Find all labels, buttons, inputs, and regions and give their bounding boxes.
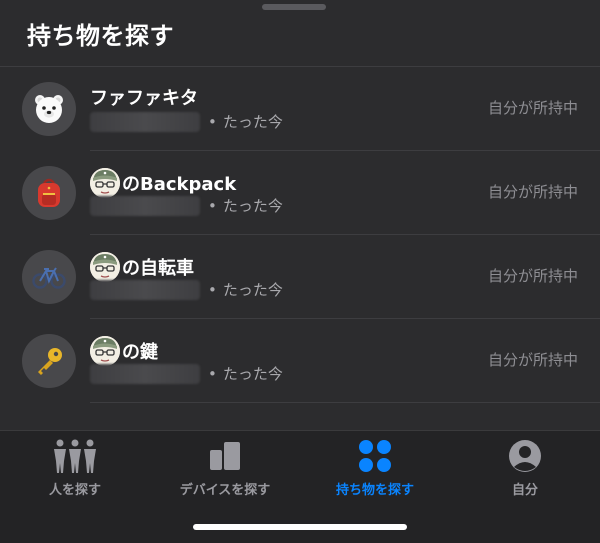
people-icon	[52, 439, 98, 473]
tab-me[interactable]: 自分	[450, 439, 600, 499]
memoji-avatar-icon	[90, 168, 120, 198]
blurred-location	[90, 111, 200, 132]
item-name-text: ファファキタ	[90, 88, 198, 109]
item-time: たった今	[222, 281, 283, 299]
item-status: 自分が所持中	[487, 99, 578, 117]
memoji-avatar-icon	[90, 252, 120, 282]
item-name: の鍵	[90, 336, 158, 366]
item-status: 自分が所持中	[487, 351, 578, 369]
blurred-location	[90, 279, 200, 300]
item-list: ファファキタ • たった今 自分が所持中 のBackpack • たった今 自分…	[0, 67, 600, 403]
item-name-text: のBackpack	[122, 174, 237, 195]
blurred-location	[90, 195, 200, 216]
item-location-line: • たった今	[90, 111, 283, 132]
tab-label: デバイスを探す	[179, 483, 271, 498]
home-indicator[interactable]	[193, 524, 407, 530]
memoji-avatar-icon	[90, 336, 120, 366]
item-time: たった今	[222, 197, 283, 215]
separator-dot: •	[208, 196, 217, 215]
item-time: たった今	[222, 365, 283, 383]
header: 持ち物を探す	[0, 0, 600, 67]
items-grid-icon	[358, 439, 392, 473]
list-item[interactable]: のBackpack • たった今 自分が所持中	[0, 151, 600, 235]
item-name: ファファキタ	[90, 84, 198, 110]
item-name: のBackpack	[90, 168, 236, 198]
separator-dot: •	[208, 280, 217, 299]
item-avatar	[22, 166, 76, 220]
item-avatar	[22, 250, 76, 304]
devices-icon	[208, 439, 242, 473]
item-time: たった今	[222, 113, 283, 131]
item-location-line: • たった今	[90, 363, 283, 384]
tab-people[interactable]: 人を探す	[0, 439, 150, 499]
item-location-line: • たった今	[90, 279, 283, 300]
list-item[interactable]: の自転車 • たった今 自分が所持中	[0, 235, 600, 319]
tab-label: 自分	[511, 483, 538, 498]
list-item[interactable]: の鍵 • たった今 自分が所持中	[0, 319, 600, 403]
item-status: 自分が所持中	[487, 183, 578, 201]
backpack-icon	[34, 177, 64, 209]
separator-dot: •	[208, 112, 217, 131]
tab-devices[interactable]: デバイスを探す	[150, 439, 300, 499]
tab-label: 人を探す	[48, 483, 101, 498]
item-name-text: の自転車	[122, 258, 194, 279]
key-icon	[33, 345, 65, 377]
item-status: 自分が所持中	[487, 267, 578, 285]
item-location-line: • たった今	[90, 195, 283, 216]
item-name: の自転車	[90, 252, 194, 282]
item-name-text: の鍵	[122, 342, 158, 363]
item-avatar	[22, 82, 76, 136]
person-circle-icon	[508, 439, 542, 473]
item-avatar	[22, 334, 76, 388]
list-item[interactable]: ファファキタ • たった今 自分が所持中	[0, 67, 600, 151]
items-sheet: 持ち物を探す ファファキタ • たった今 自分が所持中 のBackpack • …	[0, 0, 600, 543]
polar-bear-icon	[32, 92, 66, 126]
page-title: 持ち物を探す	[27, 22, 174, 50]
blurred-location	[90, 363, 200, 384]
bicycle-icon	[32, 265, 66, 289]
separator-dot: •	[208, 364, 217, 383]
tab-items[interactable]: 持ち物を探す	[300, 439, 450, 499]
tab-label: 持ち物を探す	[335, 483, 414, 498]
